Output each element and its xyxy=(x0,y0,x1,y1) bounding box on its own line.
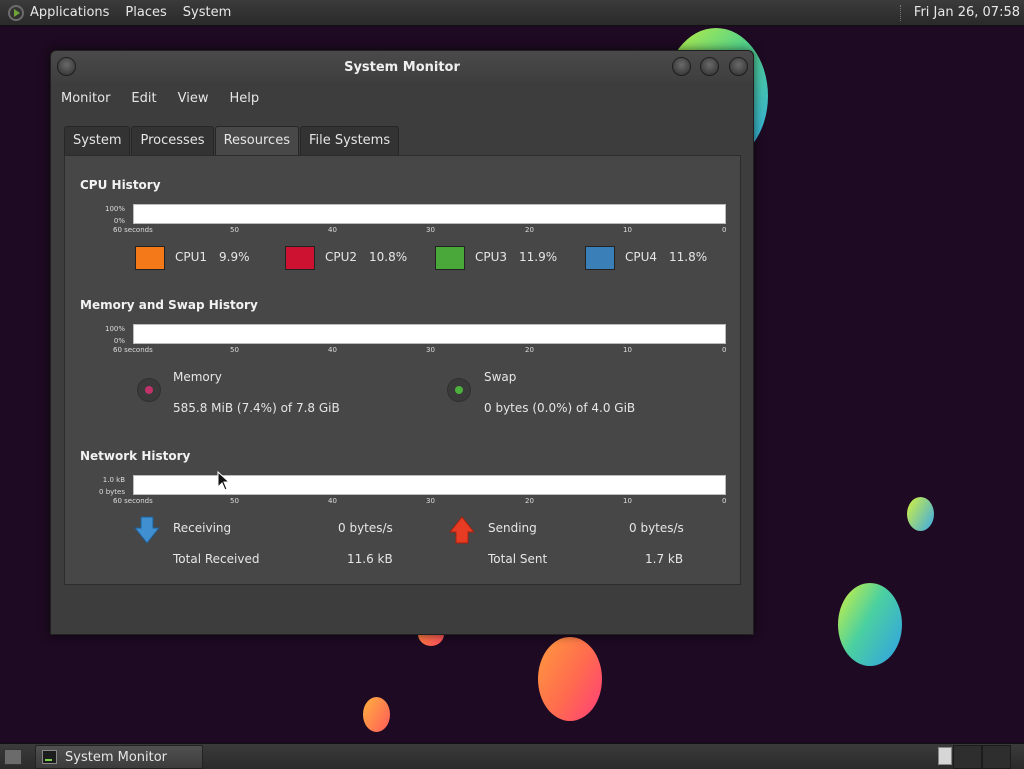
menu-view[interactable]: View xyxy=(178,91,209,106)
tab-system[interactable]: System xyxy=(64,126,131,155)
network-x-label: 60 seconds xyxy=(113,497,153,505)
workspace-3[interactable] xyxy=(982,745,1011,769)
cpu-x-label: 0 xyxy=(722,226,727,234)
cpu-y-bottom-label: 0% xyxy=(113,217,125,225)
receiving-arrow-icon[interactable] xyxy=(134,516,160,544)
close-button[interactable] xyxy=(729,57,748,76)
menubar: Monitor Edit View Help xyxy=(51,83,753,113)
total-received-value: 11.6 kB xyxy=(347,552,393,566)
memory-label: Memory xyxy=(173,370,222,384)
memory-y-top-label: 100% xyxy=(104,325,125,333)
minimize-button[interactable] xyxy=(672,57,691,76)
memory-x-label: 0 xyxy=(722,346,727,354)
total-sent-label: Total Sent xyxy=(488,552,548,566)
wallpaper-bubble xyxy=(363,697,390,732)
workspace-2[interactable] xyxy=(953,745,982,769)
receiving-label: Receiving xyxy=(173,521,232,535)
wallpaper-bubble xyxy=(907,497,934,531)
resources-panel: CPU History 100% 0% 60 seconds 50 40 30 … xyxy=(64,155,741,585)
cpu3-color-button[interactable] xyxy=(435,246,465,270)
memory-x-label: 30 xyxy=(426,346,435,354)
panel-separator xyxy=(899,4,904,21)
swap-color-dot xyxy=(455,386,463,394)
menu-help[interactable]: Help xyxy=(229,91,259,106)
cpu-x-label: 50 xyxy=(230,226,239,234)
bottom-panel: System Monitor xyxy=(0,743,1024,769)
cpu2-color-button[interactable] xyxy=(285,246,315,270)
swap-label: Swap xyxy=(484,370,517,384)
sending-arrow-icon[interactable] xyxy=(449,516,475,544)
mouse-pointer-icon xyxy=(217,471,231,491)
taskbar-task-label: System Monitor xyxy=(65,749,168,765)
wallpaper-bubble xyxy=(838,583,902,666)
network-x-label: 50 xyxy=(230,497,239,505)
memory-pie-icon[interactable] xyxy=(137,378,161,402)
cpu-x-label: 60 seconds xyxy=(113,226,153,234)
memory-history-title: Memory and Swap History xyxy=(80,298,258,312)
cpu1-label: CPU1 xyxy=(175,250,208,264)
menu-edit[interactable]: Edit xyxy=(131,91,156,106)
cpu-y-top-label: 100% xyxy=(104,205,125,213)
wallpaper-bubble xyxy=(538,637,602,721)
swap-value: 0 bytes (0.0%) of 4.0 GiB xyxy=(484,401,636,415)
cpu3-label: CPU3 xyxy=(475,250,508,264)
network-x-label: 10 xyxy=(623,497,632,505)
places-menu[interactable]: Places xyxy=(125,5,166,20)
clock[interactable]: Fri Jan 26, 07:58 xyxy=(914,5,1020,20)
cpu2-label: CPU2 xyxy=(325,250,358,264)
window-titlebar[interactable]: System Monitor xyxy=(51,51,753,83)
network-history-title: Network History xyxy=(80,449,191,463)
memory-value: 585.8 MiB (7.4%) of 7.8 GiB xyxy=(173,401,340,415)
memory-color-dot xyxy=(145,386,153,394)
tab-file-systems[interactable]: File Systems xyxy=(299,126,400,155)
memory-x-label: 20 xyxy=(525,346,534,354)
cpu4-value: 11.8% xyxy=(669,250,708,264)
system-monitor-window: System Monitor Monitor Edit View Help Sy… xyxy=(50,50,754,635)
cpu-x-label: 30 xyxy=(426,226,435,234)
menu-monitor[interactable]: Monitor xyxy=(61,91,110,106)
memory-x-label: 10 xyxy=(623,346,632,354)
system-menu[interactable]: System xyxy=(183,5,231,20)
cpu-history-title: CPU History xyxy=(80,178,161,192)
tab-processes[interactable]: Processes xyxy=(131,126,214,155)
cpu-history-graph xyxy=(133,204,726,224)
network-x-label: 20 xyxy=(525,497,534,505)
cpu-x-label: 20 xyxy=(525,226,534,234)
cpu1-color-button[interactable] xyxy=(135,246,165,270)
total-received-label: Total Received xyxy=(173,552,260,566)
receiving-value: 0 bytes/s xyxy=(338,521,393,535)
mate-logo-icon[interactable] xyxy=(8,4,24,21)
tab-resources[interactable]: Resources xyxy=(214,126,299,155)
sending-label: Sending xyxy=(488,521,537,535)
workspace-1[interactable] xyxy=(938,747,952,765)
memory-x-label: 50 xyxy=(230,346,239,354)
maximize-button[interactable] xyxy=(700,57,719,76)
system-monitor-icon xyxy=(42,750,57,764)
memory-y-bottom-label: 0% xyxy=(113,337,125,345)
applications-menu[interactable]: Applications xyxy=(30,5,109,20)
sending-value: 0 bytes/s xyxy=(629,521,684,535)
taskbar-system-monitor[interactable]: System Monitor xyxy=(35,745,203,769)
total-sent-value: 1.7 kB xyxy=(645,552,684,566)
show-desktop-icon[interactable] xyxy=(4,749,22,765)
cpu4-color-button[interactable] xyxy=(585,246,615,270)
network-x-label: 30 xyxy=(426,497,435,505)
memory-x-label: 60 seconds xyxy=(113,346,153,354)
cpu-x-label: 10 xyxy=(623,226,632,234)
cpu4-label: CPU4 xyxy=(625,250,658,264)
network-x-label: 0 xyxy=(722,497,727,505)
network-y-top-label: 1.0 kB xyxy=(102,476,125,484)
cpu2-value: 10.8% xyxy=(369,250,408,264)
memory-x-label: 40 xyxy=(328,346,337,354)
swap-pie-icon[interactable] xyxy=(447,378,471,402)
cpu-x-label: 40 xyxy=(328,226,337,234)
memory-history-graph xyxy=(133,324,726,344)
window-title: System Monitor xyxy=(344,60,460,75)
network-x-label: 40 xyxy=(328,497,337,505)
tab-bar: System Processes Resources File Systems xyxy=(64,126,400,155)
top-panel: Applications Places System Fri Jan 26, 0… xyxy=(0,0,1024,26)
cpu3-value: 11.9% xyxy=(519,250,558,264)
cpu1-value: 9.9% xyxy=(219,250,250,264)
network-y-bottom-label: 0 bytes xyxy=(99,488,125,496)
